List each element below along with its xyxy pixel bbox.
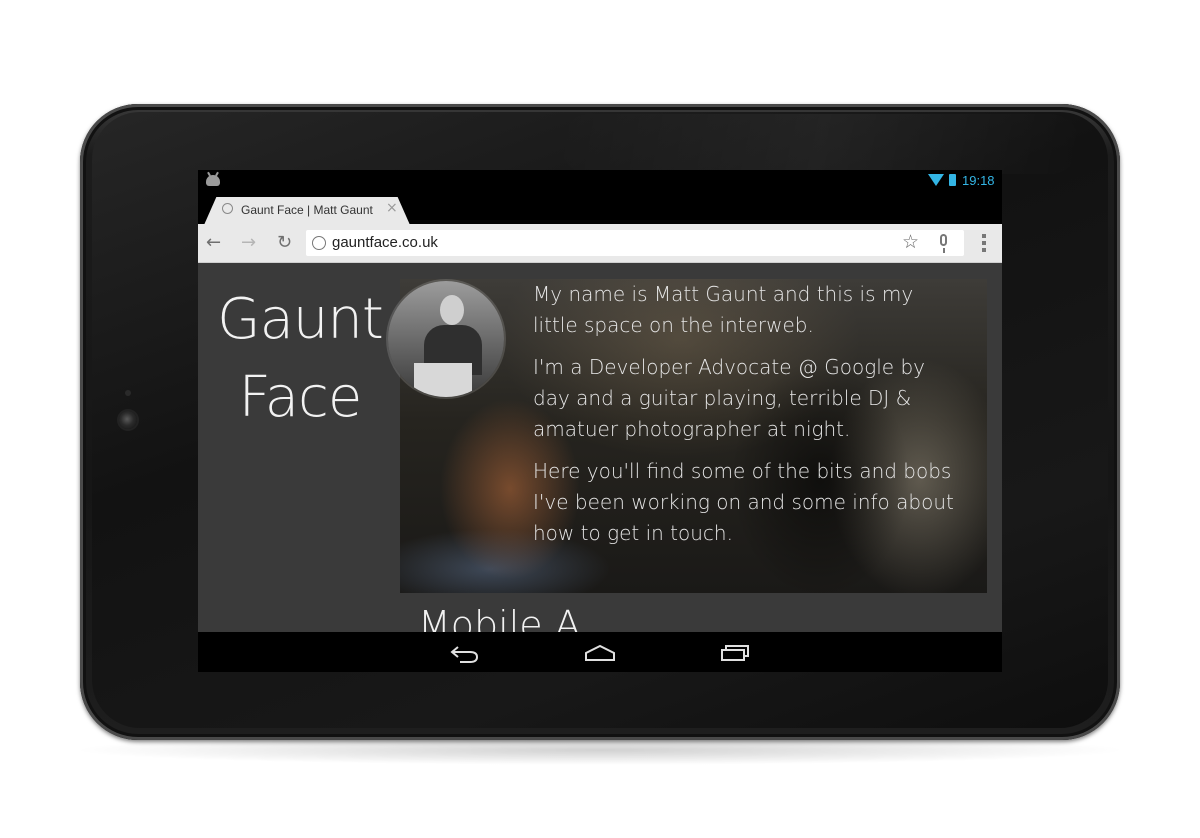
forward-arrow-icon[interactable]: → bbox=[241, 232, 256, 254]
back-icon[interactable] bbox=[450, 644, 480, 664]
avatar-head bbox=[440, 295, 464, 325]
back-arrow-icon[interactable]: ← bbox=[206, 232, 221, 254]
microphone-icon[interactable] bbox=[940, 234, 947, 253]
menu-icon[interactable] bbox=[982, 234, 986, 252]
status-time: 19:18 bbox=[962, 173, 995, 188]
avatar bbox=[388, 281, 504, 397]
bookmark-star-icon[interactable]: ☆ bbox=[902, 231, 919, 253]
android-notification-icon bbox=[206, 175, 220, 186]
product-photo: 19:18 Gaunt Face | Matt Gaunt × ← → ↻ ga… bbox=[0, 0, 1200, 838]
tablet-screen: 19:18 Gaunt Face | Matt Gaunt × ← → ↻ ga… bbox=[198, 170, 1002, 672]
webpage-content: Gaunt Face My name is Matt Gaunt and thi… bbox=[198, 263, 1002, 632]
site-title[interactable]: Gaunt Face bbox=[216, 281, 384, 437]
recents-icon[interactable] bbox=[720, 644, 750, 662]
avatar-podium bbox=[414, 363, 472, 397]
bezel-reflection bbox=[560, 114, 1080, 174]
battery-icon bbox=[949, 174, 956, 186]
status-bar: 19:18 bbox=[198, 170, 1002, 192]
section-heading: Mobile A bbox=[418, 603, 581, 632]
site-title-line1: Gaunt bbox=[217, 287, 384, 352]
omnibox-globe-icon bbox=[312, 236, 326, 250]
tab-favicon-globe-icon bbox=[222, 203, 233, 214]
site-title-line2: Face bbox=[238, 365, 363, 430]
tab-title[interactable]: Gaunt Face | Matt Gaunt bbox=[241, 203, 373, 217]
bio-text: My name is Matt Gaunt and this is my lit… bbox=[533, 279, 963, 560]
url-text[interactable]: gauntface.co.uk bbox=[332, 234, 438, 251]
bio-paragraph-2: I'm a Developer Advocate @ Google by day… bbox=[533, 355, 926, 441]
reload-icon[interactable]: ↻ bbox=[277, 232, 292, 254]
tab-close-icon[interactable]: × bbox=[386, 200, 398, 216]
wifi-icon bbox=[928, 174, 944, 186]
bio-paragraph-1: My name is Matt Gaunt and this is my lit… bbox=[533, 282, 914, 337]
front-camera bbox=[119, 411, 137, 429]
home-icon[interactable] bbox=[584, 644, 616, 662]
light-sensor bbox=[125, 390, 131, 396]
bio-paragraph-3: Here you'll find some of the bits and bo… bbox=[533, 459, 954, 545]
